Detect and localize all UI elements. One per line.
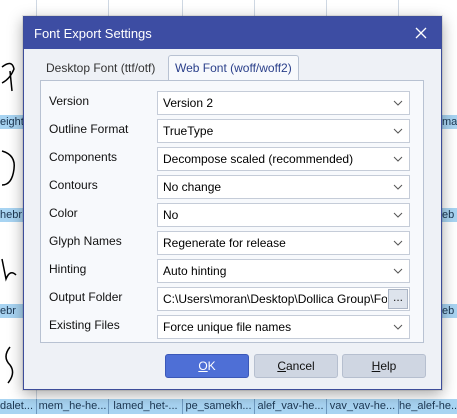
help-button[interactable]: Help xyxy=(342,354,426,378)
grid-line xyxy=(326,0,327,16)
grid-line xyxy=(398,0,399,16)
close-icon xyxy=(415,27,427,39)
chevron-down-icon xyxy=(393,156,403,162)
chevron-down-icon xyxy=(393,184,403,190)
components-value: Decompose scaled (recommended) xyxy=(163,152,354,166)
glyph-label: hebr xyxy=(0,208,23,222)
chevron-down-icon xyxy=(393,100,403,106)
font-export-settings-dialog: Font Export Settings Desktop Font (ttf/o… xyxy=(23,16,442,390)
outline-format-select[interactable]: TrueType xyxy=(157,119,410,143)
chevron-down-icon xyxy=(393,268,403,274)
chevron-down-icon xyxy=(393,212,403,218)
contours-value: No change xyxy=(163,180,222,194)
existing-files-value: Force unique file names xyxy=(163,320,292,334)
cancel-label-rest: ancel xyxy=(285,359,315,373)
color-select[interactable]: No xyxy=(157,203,410,227)
glyph-label: mat xyxy=(442,115,457,129)
grid-line xyxy=(254,0,255,16)
glyph-label: ebr xyxy=(0,304,23,318)
ok-label-rest: K xyxy=(207,359,216,373)
output-folder-value: C:\Users\moran\Desktop\Dollica Group\Fon… xyxy=(163,292,387,306)
glyph-label: eb xyxy=(442,208,457,222)
grid-line xyxy=(108,0,109,16)
ok-button[interactable]: OK xyxy=(165,354,249,378)
field-row-output-folder: Output Folder C:\Users\moran\Desktop\Dol… xyxy=(41,287,425,311)
glyph-sketch xyxy=(1,150,15,186)
field-row-contours: Contours No change xyxy=(41,175,425,199)
components-select[interactable]: Decompose scaled (recommended) xyxy=(157,147,410,171)
glyph-sketch xyxy=(1,258,17,282)
chevron-down-icon xyxy=(393,324,403,330)
glyph-label[interactable]: mem_he-he... xyxy=(37,399,108,414)
existing-files-label: Existing Files xyxy=(49,318,120,332)
field-row-outline-format: Outline Format TrueType xyxy=(41,119,425,143)
dialog-title: Font Export Settings xyxy=(34,26,152,41)
chevron-down-icon xyxy=(393,240,403,246)
hinting-value: Auto hinting xyxy=(163,264,227,278)
cancel-mnemonic: C xyxy=(277,359,286,373)
version-select[interactable]: Version 2 xyxy=(157,91,410,115)
tab-desktop-font[interactable]: Desktop Font (ttf/otf) xyxy=(46,57,155,79)
glyph-names-value: Regenerate for release xyxy=(163,236,286,250)
tab-web-font[interactable]: Web Font (woff/woff2) xyxy=(168,55,299,80)
version-label: Version xyxy=(49,94,90,108)
help-label-rest: elp xyxy=(380,359,397,373)
field-row-components: Components Decompose scaled (recommended… xyxy=(41,147,425,171)
outline-format-value: TrueType xyxy=(163,124,214,138)
hinting-select[interactable]: Auto hinting xyxy=(157,259,410,283)
version-value: Version 2 xyxy=(163,96,214,110)
glyph-label[interactable]: he_alef-he... xyxy=(399,399,457,414)
glyph-names-label: Glyph Names xyxy=(49,234,122,248)
contours-select[interactable]: No change xyxy=(157,175,410,199)
glyph-label[interactable]: vav_vav-he... xyxy=(327,399,398,414)
outline-format-label: Outline Format xyxy=(49,122,129,136)
field-row-hinting: Hinting Auto hinting xyxy=(41,259,425,283)
output-folder-input[interactable]: C:\Users\moran\Desktop\Dollica Group\Fon… xyxy=(157,287,410,311)
field-row-existing-files: Existing Files Force unique file names xyxy=(41,315,425,339)
contours-label: Contours xyxy=(49,178,98,192)
glyph-label[interactable]: alef_vav-he... xyxy=(255,399,326,414)
ok-mnemonic: O xyxy=(198,359,208,373)
glyph-label[interactable]: dalet... xyxy=(0,399,36,414)
field-row-version: Version Version 2 xyxy=(41,91,425,115)
chevron-down-icon xyxy=(393,128,403,134)
output-folder-label: Output Folder xyxy=(49,290,123,304)
field-row-color: Color No xyxy=(41,203,425,227)
grid-line xyxy=(182,0,183,16)
glyph-sketch xyxy=(1,62,15,92)
dialog-titlebar[interactable]: Font Export Settings xyxy=(24,17,441,49)
glyph-sketch xyxy=(5,346,14,384)
color-value: No xyxy=(163,208,179,222)
close-button[interactable] xyxy=(401,17,441,49)
hinting-label: Hinting xyxy=(49,262,87,276)
web-font-settings-panel: Version Version 2 Outline Format TrueTyp… xyxy=(40,80,424,343)
glyph-label: eight xyxy=(0,115,23,129)
browse-folder-button[interactable]: ... xyxy=(388,289,408,309)
color-label: Color xyxy=(49,206,78,220)
glyph-names-select[interactable]: Regenerate for release xyxy=(157,231,410,255)
glyph-label: eb xyxy=(442,304,457,318)
existing-files-select[interactable]: Force unique file names xyxy=(157,315,410,339)
cancel-button[interactable]: Cancel xyxy=(254,354,338,378)
components-label: Components xyxy=(49,150,118,164)
field-row-glyph-names: Glyph Names Regenerate for release xyxy=(41,231,425,255)
glyph-label[interactable]: lamed_het-... xyxy=(109,399,182,414)
glyph-label[interactable]: pe_samekh... xyxy=(183,399,254,414)
